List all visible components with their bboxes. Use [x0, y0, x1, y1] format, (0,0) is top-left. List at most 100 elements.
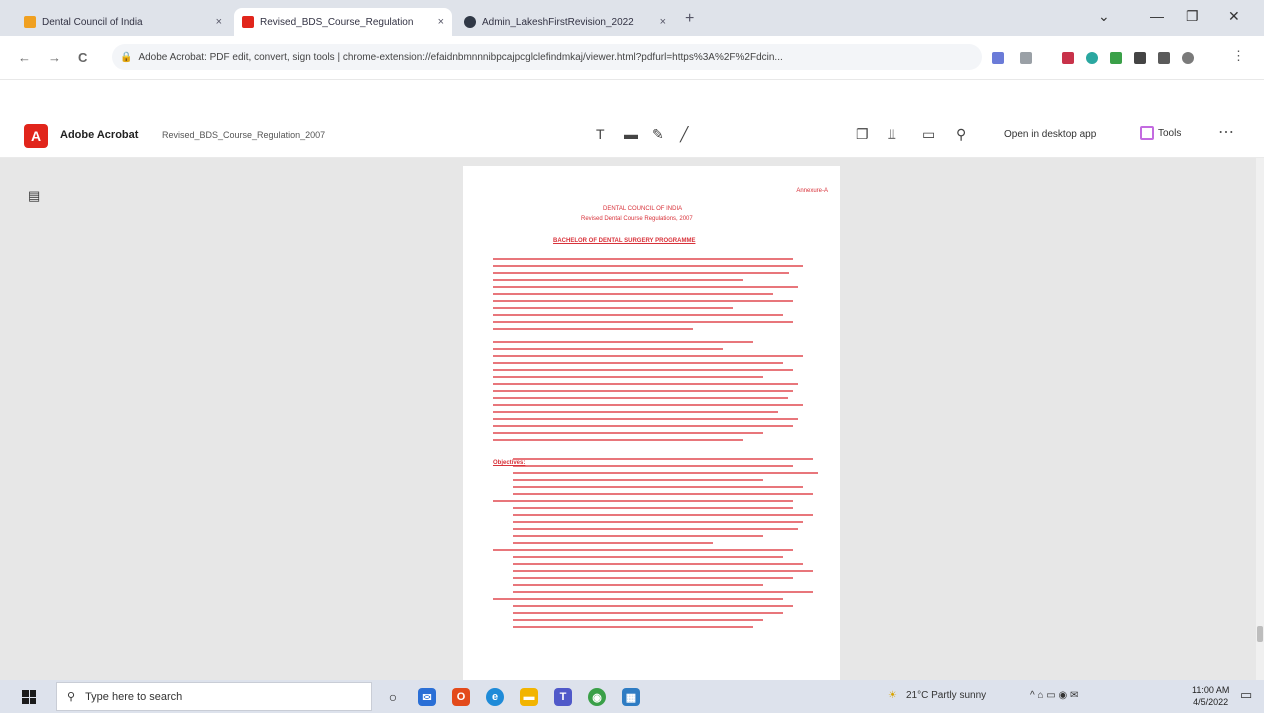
site-info-icon[interactable]: 🔒 — [120, 52, 132, 63]
text-line — [513, 591, 813, 593]
vertical-scrollbar[interactable] — [1256, 158, 1264, 680]
text-line — [513, 479, 763, 481]
search-placeholder: Type here to search — [85, 690, 183, 703]
text-line — [493, 390, 793, 392]
text-line — [513, 535, 763, 537]
address-url: Adobe Acrobat: PDF edit, convert, sign t… — [138, 51, 783, 63]
forward-button[interactable]: → — [48, 50, 61, 65]
side-panel-icon[interactable] — [1158, 52, 1170, 64]
edge-browser-icon[interactable]: e — [486, 688, 504, 706]
tab-admin[interactable]: Admin_LakeshFirstRevision_2022 × — [456, 8, 674, 36]
file-explorer-icon[interactable]: ▬ — [520, 688, 538, 706]
text-line — [513, 584, 763, 586]
search-icon: ⚲ — [67, 691, 76, 703]
comment-tool-icon[interactable]: ▬ — [624, 126, 638, 142]
text-line — [513, 528, 798, 530]
text-line — [493, 348, 723, 350]
extension-green-icon[interactable] — [1110, 52, 1122, 64]
extensions-puzzle-icon[interactable] — [1134, 52, 1146, 64]
tab-dental-council[interactable]: Dental Council of India × — [16, 8, 230, 36]
text-line — [513, 605, 793, 607]
tools-button[interactable]: Tools — [1140, 126, 1181, 140]
objectives-heading: Objectives: — [493, 460, 526, 466]
text-line — [513, 514, 813, 516]
extension-red-icon[interactable] — [1062, 52, 1074, 64]
text-line — [493, 404, 803, 406]
tab-label: Dental Council of India — [42, 16, 143, 28]
text-line — [493, 376, 763, 378]
browser-toolbar: ← → C 🔒 Adobe Acrobat: PDF edit, convert… — [0, 36, 1264, 80]
text-line — [493, 549, 793, 551]
share-icon[interactable] — [992, 52, 1004, 64]
text-line — [493, 598, 783, 600]
profile-avatar-icon[interactable] — [1182, 52, 1194, 64]
text-line — [493, 341, 753, 343]
weather-text[interactable]: 21°C Partly sunny — [906, 690, 986, 701]
close-tab-icon[interactable]: × — [438, 16, 444, 28]
tools-label: Tools — [1158, 127, 1182, 139]
text-line — [493, 369, 793, 371]
windows-start-icon[interactable] — [22, 690, 36, 704]
text-line — [493, 300, 793, 302]
cortana-icon[interactable]: ○ — [384, 688, 402, 706]
acrobat-toolbar: A Adobe Acrobat Revised_BDS_Course_Regul… — [0, 112, 1264, 158]
annexure-label: Annexure-A — [796, 188, 828, 194]
chrome-menu-icon[interactable]: ⋮ — [1232, 48, 1245, 63]
add-text-tool-icon[interactable]: T — [596, 126, 605, 142]
taskbar-search-box[interactable]: ⚲ Type here to search — [56, 682, 372, 711]
scrollbar-thumb[interactable] — [1257, 626, 1263, 642]
maximize-button[interactable]: ❐ — [1186, 8, 1199, 25]
system-clock[interactable]: 11:00 AM 4/5/2022 — [1192, 684, 1229, 708]
clock-date: 4/5/2022 — [1193, 697, 1229, 707]
text-line — [513, 493, 813, 495]
text-line — [493, 314, 783, 316]
text-line — [513, 521, 803, 523]
draw-tool-icon[interactable]: ╱ — [680, 126, 688, 143]
close-tab-icon[interactable]: × — [216, 16, 222, 28]
tab-revised-bds[interactable]: Revised_BDS_Course_Regulation × — [234, 8, 452, 36]
text-line — [493, 279, 743, 281]
mail-app-icon[interactable]: ✉ — [418, 688, 436, 706]
close-tab-icon[interactable]: × — [660, 16, 666, 28]
text-line — [493, 328, 693, 330]
pdf-page: Annexure-A DENTAL COUNCIL OF INDIA Revis… — [463, 166, 840, 680]
text-line — [493, 355, 803, 357]
text-line — [493, 432, 763, 434]
chrome-browser-icon[interactable]: ◉ — [588, 688, 606, 706]
tab-label: Revised_BDS_Course_Regulation — [260, 16, 414, 28]
highlight-tool-icon[interactable]: ✎ — [652, 126, 664, 143]
extension-teal-icon[interactable] — [1086, 52, 1098, 64]
new-tab-button[interactable]: + — [685, 10, 694, 28]
reload-button[interactable]: C — [78, 50, 87, 65]
text-line — [513, 458, 813, 460]
bookmark-star-icon[interactable] — [1020, 52, 1032, 64]
pdf-viewer: ▤ Annexure-A DENTAL COUNCIL OF INDIA Rev… — [0, 158, 1256, 680]
weather-icon[interactable]: ☀ — [888, 690, 897, 701]
text-line — [493, 425, 793, 427]
doc-title-line-2: Revised Dental Course Regulations, 2007 — [581, 216, 693, 222]
text-line — [493, 362, 783, 364]
close-window-button[interactable]: ✕ — [1228, 8, 1240, 25]
text-line — [493, 265, 803, 267]
tab-search-icon[interactable]: ⌄ — [1098, 8, 1110, 25]
system-tray-icons[interactable]: ^ ⌂ ▭ ◉ ✉ — [1030, 690, 1078, 701]
save-icon[interactable]: ❐ — [856, 126, 869, 143]
globe-favicon-icon — [464, 16, 476, 28]
teams-app-icon[interactable]: T — [554, 688, 572, 706]
download-icon[interactable]: ⫫ — [888, 126, 896, 143]
office-app-icon[interactable]: O — [452, 688, 470, 706]
text-line — [493, 293, 773, 295]
text-line — [493, 307, 733, 309]
search-icon[interactable]: ⚲ — [956, 126, 966, 143]
address-bar[interactable]: 🔒 Adobe Acrobat: PDF edit, convert, sign… — [112, 44, 982, 70]
open-in-desktop-app-button[interactable]: Open in desktop app — [1004, 129, 1096, 140]
more-options-icon[interactable]: ⋯ — [1218, 122, 1234, 142]
text-line — [513, 486, 803, 488]
notification-icon[interactable]: ▭ — [1240, 687, 1252, 703]
text-line — [493, 439, 743, 441]
print-icon[interactable]: ▭ — [922, 126, 935, 143]
back-button[interactable]: ← — [18, 50, 31, 65]
page-thumbnails-icon[interactable]: ▤ — [28, 188, 40, 204]
minimize-button[interactable]: — — [1150, 8, 1164, 24]
pinned-app-icon[interactable]: ▦ — [622, 688, 640, 706]
